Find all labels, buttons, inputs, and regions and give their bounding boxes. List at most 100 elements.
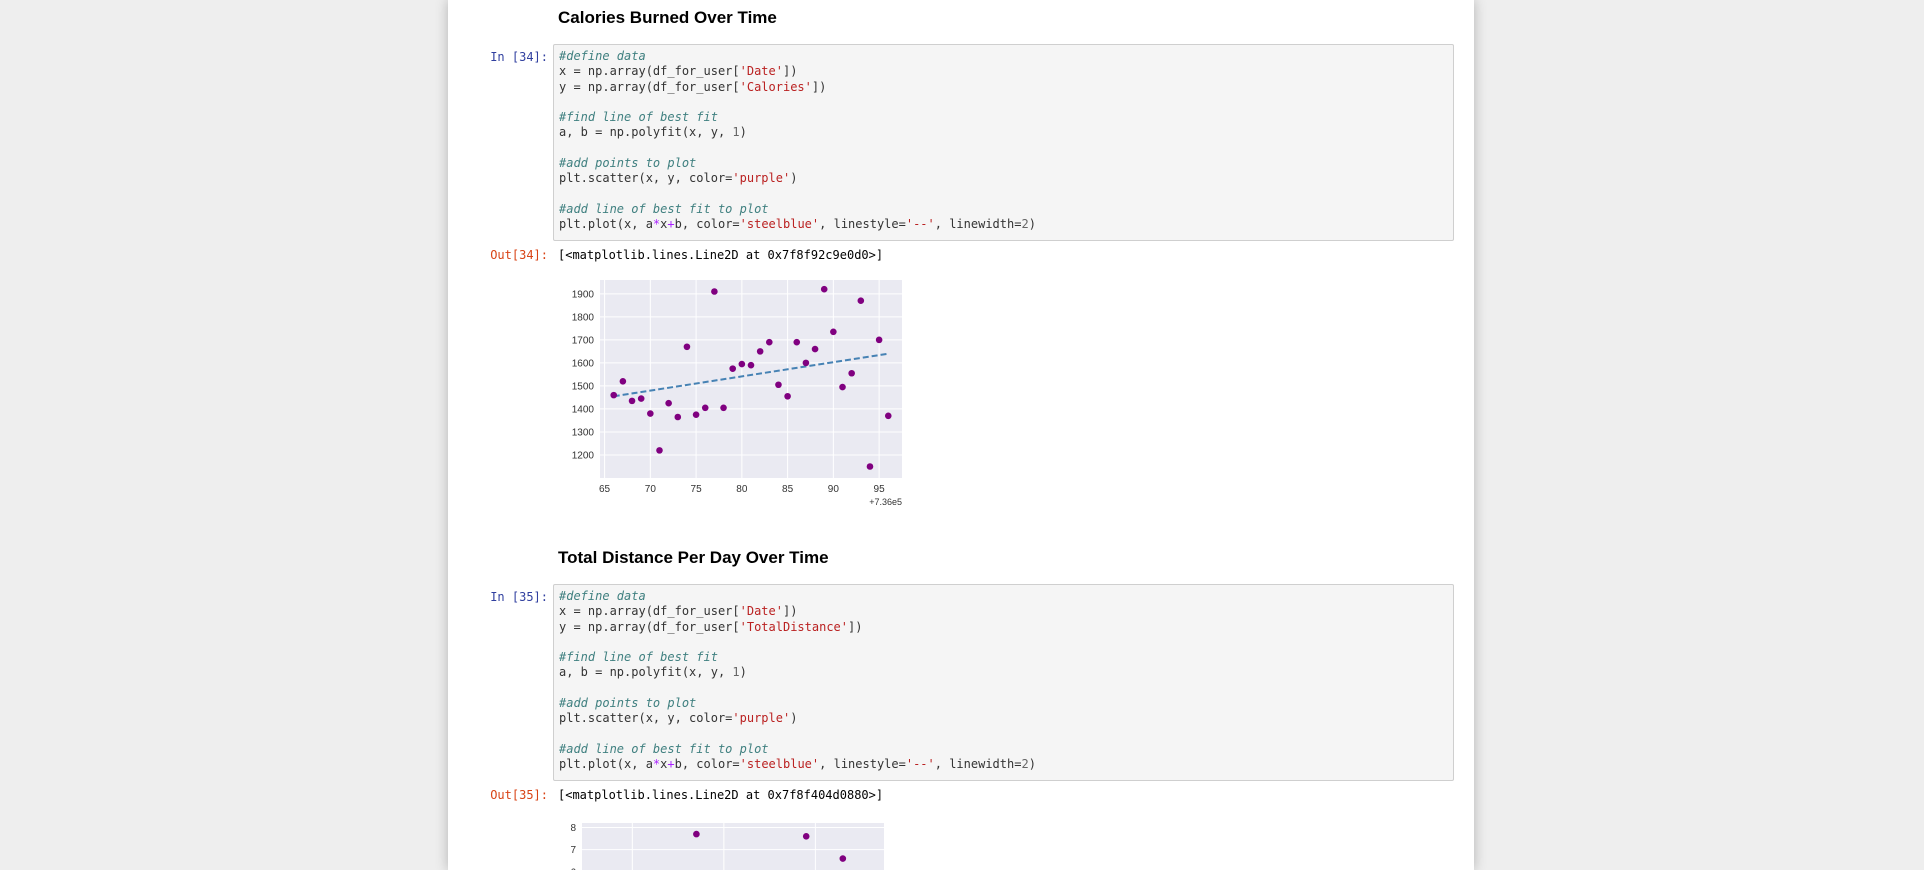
code-comment: #define data [559,589,646,603]
code-token: x = np.array(df_for_user[ [559,64,740,79]
data-point [711,288,718,295]
data-point [784,392,791,400]
data-point [637,395,645,402]
code-token: ) [739,125,747,140]
code-token: a, b = np.polyfit(x, y, [559,125,733,140]
plot-area [582,823,884,870]
data-point [747,361,755,369]
code-line: y = np.array(df_for_user['TotalDistance'… [559,620,1448,635]
data-point [693,830,700,838]
code-line: x = np.array(df_for_user['Date']) [559,604,1448,619]
y-tick-label: 7 [570,845,576,856]
code-line: plt.plot(x, a*x+b, color='steelblue', li… [559,217,1448,232]
code-token: plt.plot(x, a [559,217,653,232]
input-prompt: In [34]: [490,50,548,64]
code-comment: #add line of best fit to plot [559,741,769,756]
data-point [619,378,627,385]
code-token: 1 [732,125,740,140]
code-line: #add points to plot [559,696,1448,711]
code-line: #find line of best fit [559,110,1448,125]
y-tick-label: 1900 [572,289,595,300]
data-point [674,413,682,421]
data-point [802,833,810,840]
data-point [830,328,837,336]
y-tick-label: 1500 [572,381,595,392]
output-prompt: Out[35]: [490,788,548,802]
data-point [665,399,672,407]
data-point [738,360,746,368]
code-line: plt.scatter(x, y, color='purple') [559,171,1448,186]
code-token: + [667,217,675,232]
code-line: #add line of best fit to plot [559,202,1448,217]
data-point [628,397,636,405]
code-line: a, b = np.polyfit(x, y, 1) [559,125,1448,140]
code-token: y = np.array(df_for_user[ [559,619,740,634]
data-point [839,855,847,862]
code-cell-input[interactable]: #define data x = np.array(df_for_user['Da… [553,44,1454,241]
data-point [848,369,855,377]
plot-area [600,280,902,478]
data-point [857,297,865,305]
code-token: 2 [1021,757,1029,772]
code-token: '--' [905,757,935,772]
code-token: 'purple' [732,171,791,186]
data-point [683,343,691,351]
code-comment: #add points to plot [559,156,697,171]
x-tick-label: 90 [828,484,840,495]
code-token: 2 [1021,217,1029,232]
code-token: ]) [811,79,827,94]
code-cell-input[interactable]: #define data x = np.array(df_for_user['Da… [553,584,1454,781]
code-token: 'steelblue' [739,757,820,772]
data-point [839,383,846,391]
code-token: + [667,757,675,772]
markdown-heading: Calories Burned Over Time [558,8,777,27]
x-tick-label: 70 [645,484,657,495]
y-tick-label: 8 [570,823,576,834]
code-comment: #define data [559,49,646,63]
x-tick-label: 85 [782,484,794,495]
code-token: y = np.array(df_for_user[ [559,79,740,94]
data-point [866,463,874,470]
code-token: 'TotalDistance' [739,619,848,634]
data-point [820,285,828,293]
code-token: plt.scatter(x, y, color= [559,711,733,726]
data-point [884,412,892,420]
code-comment: #find line of best fit [559,110,718,125]
code-token: , linestyle= [819,217,906,232]
code-token: 'purple' [732,711,791,726]
code-token: plt.plot(x, a [559,757,653,772]
data-point [656,447,663,454]
code-token: 'Date' [739,604,783,619]
x-tick-label: 80 [736,484,748,495]
code-line: #define data [559,589,1448,604]
code-token: b, color= [674,217,740,232]
code-token: , linewidth= [934,757,1022,772]
code-comment: #add line of best fit to plot [559,201,769,216]
code-token: 'Date' [739,64,783,79]
code-token: ) [1028,217,1036,232]
code-line: #define data [559,49,1448,64]
code-token: plt.scatter(x, y, color= [559,171,733,186]
code-line: #add line of best fit to plot [559,742,1448,757]
data-point [802,359,810,367]
code-token: x = np.array(df_for_user[ [559,604,740,619]
code-token: 'steelblue' [739,217,820,232]
data-point [775,381,782,389]
y-tick-label: 1300 [572,427,595,438]
code-token: 1 [732,665,740,680]
code-comment: #add points to plot [559,696,697,711]
code-token: b, color= [674,757,740,772]
scatter-plot-distance: 678 [570,823,884,870]
code-token: ) [790,171,798,186]
input-prompt: In [35]: [490,590,548,604]
data-point [610,391,618,399]
data-point [729,365,736,372]
code-line: plt.scatter(x, y, color='purple') [559,711,1448,726]
data-point [811,345,819,353]
y-tick-label: 1200 [572,450,595,461]
